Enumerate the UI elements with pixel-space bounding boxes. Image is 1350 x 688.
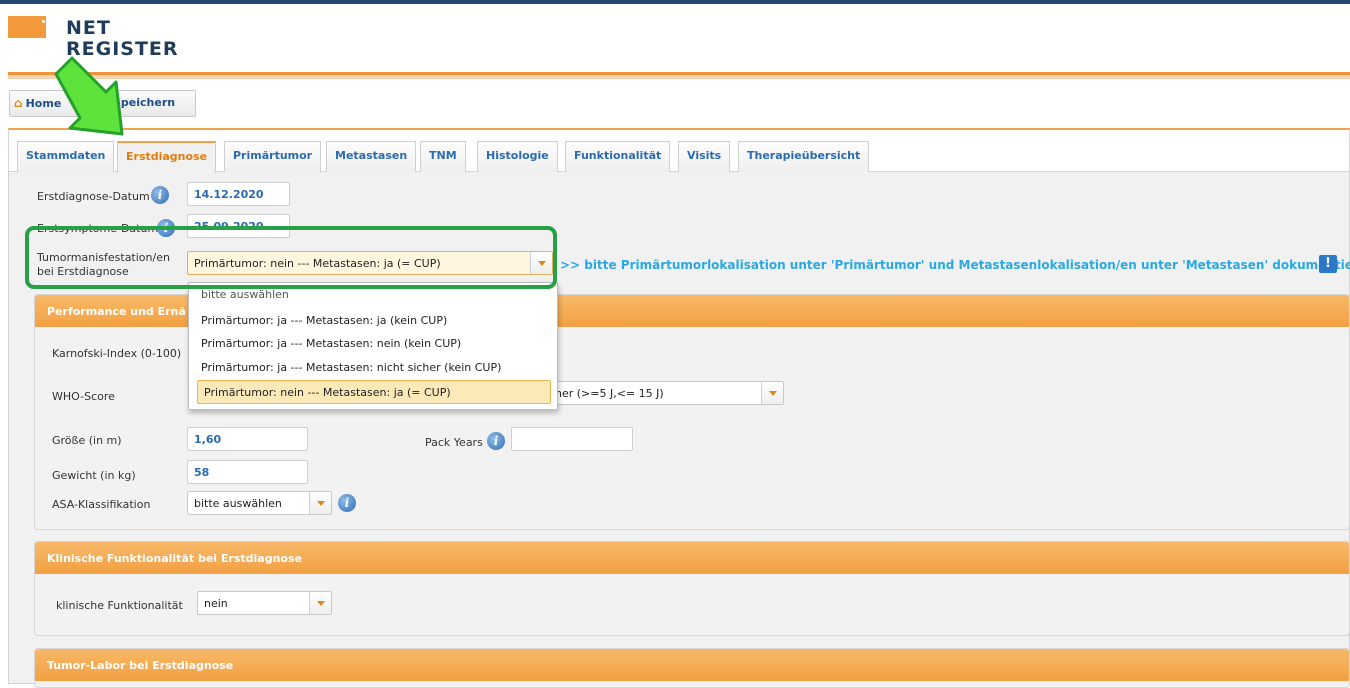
info-icon[interactable]: i bbox=[338, 494, 356, 512]
dropdown-option[interactable]: bitte auswählen bbox=[201, 288, 289, 301]
tab-erstdiagnose[interactable]: Erstdiagnose bbox=[117, 141, 217, 173]
erstdiagnose-datum-label: Erstdiagnose-Datum bbox=[37, 190, 150, 203]
karnofski-label: Karnofski-Index (0-100) bbox=[52, 347, 182, 360]
header-divider-shadow bbox=[8, 75, 1350, 79]
who-score-label: WHO-Score bbox=[52, 390, 115, 403]
chevron-down-icon[interactable] bbox=[309, 492, 331, 514]
klinische-funktionalitaet-value: nein bbox=[204, 597, 228, 610]
chevron-down-icon[interactable] bbox=[309, 592, 331, 614]
logo-line-1: NET bbox=[66, 17, 111, 39]
klinische-funktionalitaet-select[interactable]: nein bbox=[197, 591, 332, 615]
tab-bar: Stammdaten Erstdiagnose Primärtumor Meta… bbox=[9, 130, 1349, 173]
top-bar bbox=[0, 0, 1350, 4]
warning-icon[interactable]: ! bbox=[1319, 255, 1337, 273]
asa-select-value: bitte auswählen bbox=[194, 497, 282, 510]
annotation-arrow-icon bbox=[54, 56, 124, 136]
asa-select[interactable]: bitte auswählen bbox=[187, 491, 332, 515]
tab-histologie[interactable]: Histologie bbox=[477, 141, 558, 172]
hint-text: >> bitte Primärtumorlokalisation unter '… bbox=[560, 258, 1350, 272]
tab-visits[interactable]: Visits bbox=[678, 141, 731, 172]
tab-stammdaten[interactable]: Stammdaten bbox=[17, 141, 115, 172]
smoker-select[interactable]: her (>=5 J,<= 15 J) bbox=[530, 381, 784, 405]
dropdown-option-selected[interactable]: Primärtumor: nein --- Metastasen: ja (= … bbox=[197, 380, 551, 404]
pack-years-label: Pack Years bbox=[425, 436, 483, 449]
logo-dot bbox=[42, 20, 45, 23]
logo-mark bbox=[8, 16, 46, 38]
pack-years-field[interactable] bbox=[511, 427, 633, 451]
klinische-funktionalitaet-section: Klinische Funktionalität bei Erstdiagnos… bbox=[34, 541, 1350, 636]
groesse-label: Größe (in m) bbox=[52, 434, 122, 447]
highlight-box bbox=[25, 226, 557, 289]
tab-therapieuebersicht[interactable]: Therapieübersicht bbox=[738, 141, 870, 172]
gewicht-label: Gewicht (in kg) bbox=[52, 469, 136, 482]
tumor-labor-title[interactable]: Tumor-Labor bei Erstdiagnose bbox=[35, 649, 1349, 681]
info-icon[interactable]: i bbox=[487, 432, 505, 450]
asa-label: ASA-Klassifikation bbox=[52, 498, 151, 511]
dropdown-option[interactable]: Primärtumor: ja --- Metastasen: nein (ke… bbox=[201, 337, 461, 350]
tab-primaertumor[interactable]: Primärtumor bbox=[224, 141, 322, 172]
info-icon[interactable]: i bbox=[151, 186, 169, 204]
klinische-funktionalitaet-label: klinische Funktionalität bbox=[56, 599, 183, 612]
chevron-down-icon[interactable] bbox=[761, 382, 783, 404]
dropdown-option[interactable]: Primärtumor: ja --- Metastasen: ja (kein… bbox=[201, 314, 447, 327]
tab-tnm[interactable]: TNM bbox=[420, 141, 466, 172]
tab-metastasen[interactable]: Metastasen bbox=[326, 141, 417, 172]
tab-funktionalitaet[interactable]: Funktionalität bbox=[565, 141, 671, 172]
erstdiagnose-datum-field[interactable]: 14.12.2020 bbox=[187, 182, 290, 206]
tumormanifestation-dropdown: bitte auswählen Primärtumor: ja --- Meta… bbox=[188, 282, 558, 410]
tumor-labor-section: Tumor-Labor bei Erstdiagnose bbox=[34, 648, 1350, 688]
gewicht-field[interactable]: 58 bbox=[187, 460, 308, 484]
smoker-select-value: her (>=5 J,<= 15 J) bbox=[555, 387, 664, 400]
klinische-funktionalitaet-title[interactable]: Klinische Funktionalität bei Erstdiagnos… bbox=[35, 542, 1349, 574]
groesse-field[interactable]: 1,60 bbox=[187, 427, 308, 451]
dropdown-option[interactable]: Primärtumor: ja --- Metastasen: nicht si… bbox=[201, 361, 501, 374]
home-icon: ⌂ bbox=[14, 96, 23, 110]
